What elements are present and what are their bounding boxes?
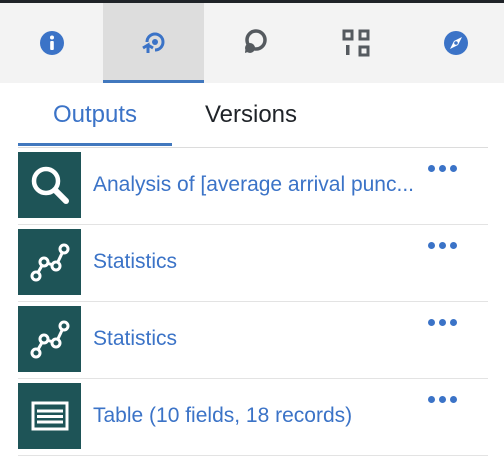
toolbar-button-comments[interactable] [204,3,304,83]
list-item[interactable]: Statistics [18,304,488,379]
info-icon [40,31,64,55]
tabs-divider [18,147,488,148]
toolbar-button-outline[interactable] [306,3,406,83]
output-label[interactable]: Table (10 fields, 18 records) [93,401,433,431]
list-item[interactable]: Statistics [18,227,488,302]
panel-toolbar [0,3,504,83]
output-label[interactable]: Statistics [93,324,433,354]
overflow-menu-icon[interactable] [428,316,462,328]
search-icon [18,152,81,218]
overflow-menu-icon[interactable] [428,162,462,174]
statistics-icon [18,306,81,372]
tab-outputs[interactable]: Outputs [18,93,172,146]
outline-icon [342,29,370,57]
comments-icon [245,29,267,53]
explore-icon [444,31,468,55]
overflow-menu-icon[interactable] [428,239,462,251]
history-icon [141,32,164,53]
toolbar-button-explore[interactable] [406,3,504,83]
toolbar-button-info[interactable] [2,3,102,83]
tab-versions[interactable]: Versions [186,93,316,146]
toolbar-button-history[interactable] [103,3,204,83]
panel-tabs: Outputs Versions [18,93,488,148]
list-item[interactable]: Analysis of [average arrival punc... [18,150,488,225]
list-item[interactable]: Table (10 fields, 18 records) [18,381,488,456]
statistics-icon [18,229,81,295]
overflow-menu-icon[interactable] [428,393,462,405]
output-label[interactable]: Statistics [93,247,433,277]
output-label[interactable]: Analysis of [average arrival punc... [93,170,433,200]
table-icon [18,383,81,449]
